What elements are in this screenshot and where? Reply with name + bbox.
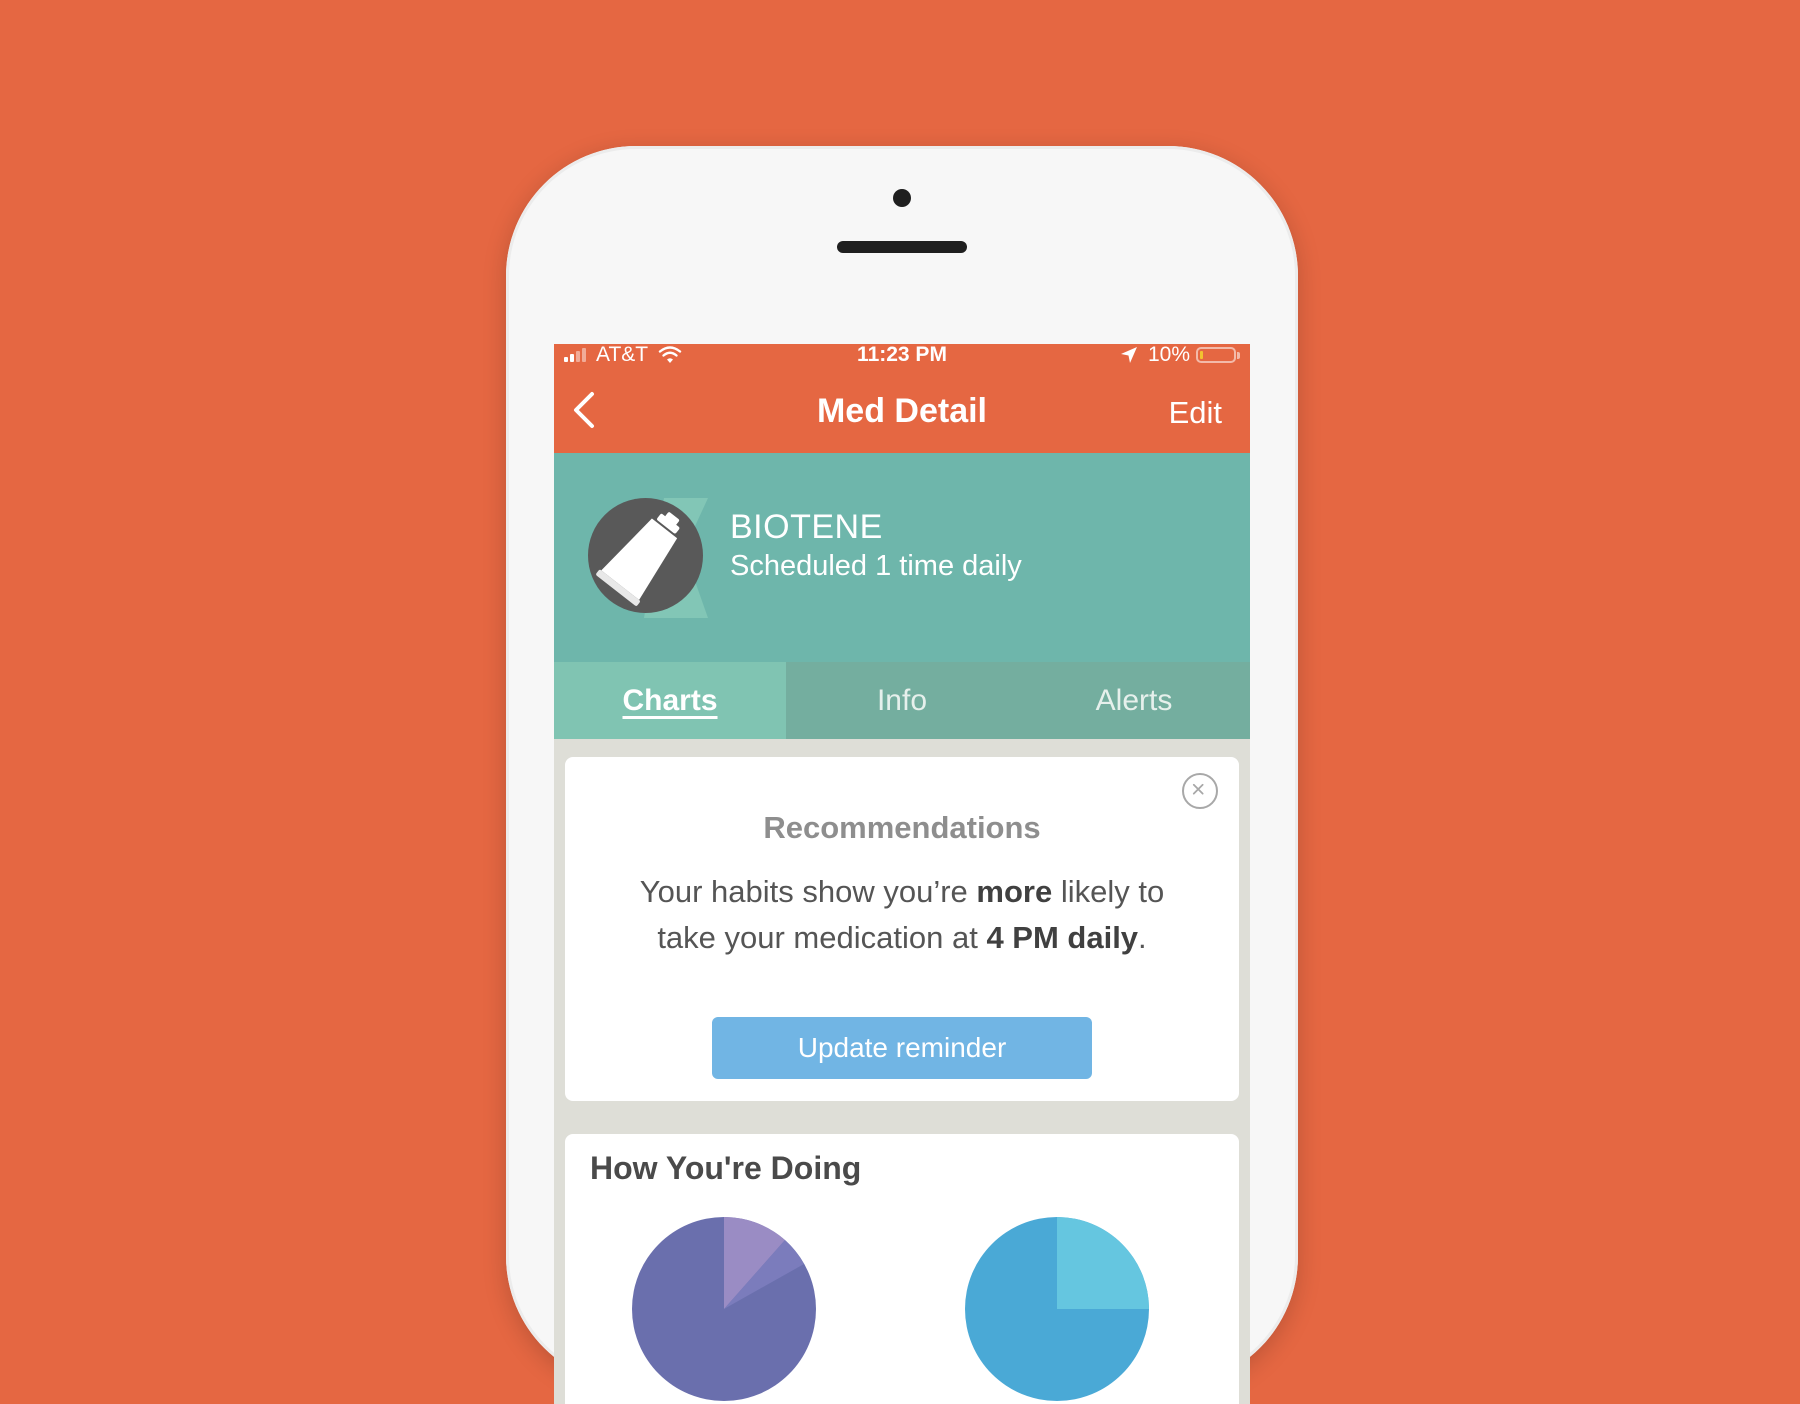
tab-charts[interactable]: Charts — [554, 662, 786, 739]
wifi-icon — [658, 346, 682, 363]
pie-chart-adherence — [632, 1216, 816, 1401]
tab-bar: Charts Info Alerts — [554, 662, 1250, 739]
location-arrow-icon — [1120, 347, 1137, 363]
tab-alerts[interactable]: Alerts — [1018, 662, 1250, 739]
battery-icon — [1196, 347, 1236, 363]
recommendations-card: Recommendations Your habits show you’re … — [565, 757, 1239, 1101]
recommendations-title: Recommendations — [763, 810, 1041, 845]
battery-cap — [1237, 351, 1240, 359]
speaker-grille — [837, 241, 967, 253]
medication-avatar — [588, 498, 708, 618]
status-left: AT&T — [564, 344, 682, 366]
pie-chart-timing — [965, 1217, 1149, 1401]
medication-name: BIOTENE — [730, 508, 883, 546]
camera — [893, 189, 911, 207]
battery-percent: 10% — [1147, 344, 1190, 366]
signal-icon — [564, 348, 588, 362]
how-youre-doing-title: How You're Doing — [590, 1150, 862, 1186]
edit-button[interactable]: Edit — [1169, 395, 1222, 431]
tab-info[interactable]: Info — [786, 662, 1018, 739]
battery-level — [1200, 351, 1203, 359]
close-circle-icon[interactable] — [1182, 773, 1218, 809]
chevron-left-icon[interactable] — [566, 388, 606, 432]
medication-schedule: Scheduled 1 time daily — [730, 550, 1022, 582]
phone-frame: AT&T 11:23 PM 10% Med Detail Edit BIOTEN… — [506, 146, 1298, 1404]
carrier-label: AT&T — [596, 344, 649, 366]
page-title: Med Detail — [816, 392, 988, 430]
status-right: 10% — [1120, 344, 1240, 366]
medication-header: BIOTENE Scheduled 1 time daily — [554, 453, 1250, 662]
update-reminder-button[interactable]: Update reminder — [712, 1017, 1092, 1079]
nav-bar: Med Detail Edit — [554, 366, 1250, 453]
app-screen: AT&T 11:23 PM 10% Med Detail Edit BIOTEN… — [554, 344, 1250, 1404]
how-youre-doing-card: How You're Doing — [565, 1134, 1239, 1404]
tube-icon — [588, 498, 703, 613]
recommendation-text: Your habits show you’re more likely to t… — [639, 874, 1165, 955]
status-bar: AT&T 11:23 PM 10% — [554, 344, 1250, 366]
